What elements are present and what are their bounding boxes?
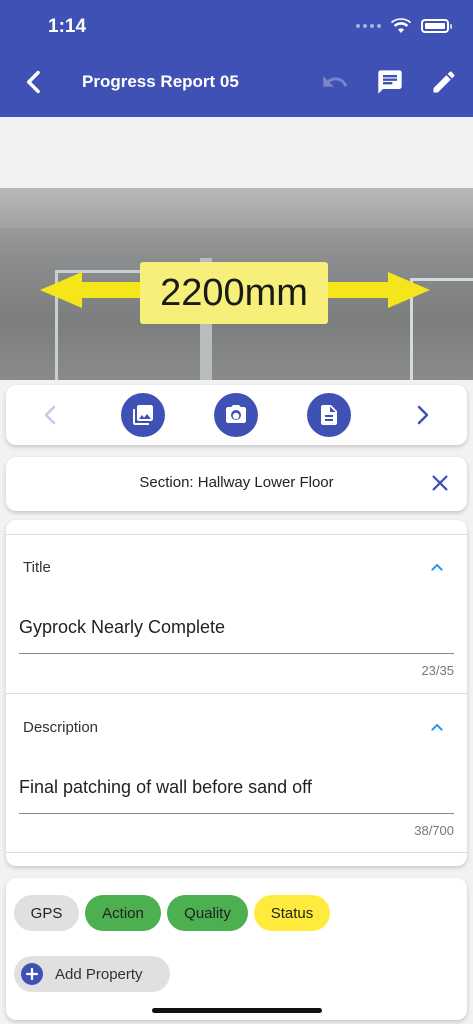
section-card[interactable]: Section: Hallway Lower Floor (6, 457, 467, 511)
home-indicator[interactable] (152, 1008, 322, 1013)
wifi-icon (391, 18, 411, 33)
document-button[interactable] (307, 393, 351, 437)
prev-photo-button[interactable] (39, 403, 63, 427)
toolbar: Progress Report 05 (0, 60, 473, 104)
title-field-label: Title (23, 559, 51, 576)
progress-photo[interactable]: 2200mm (0, 188, 473, 380)
app-bar: 1:14 Progress Report 05 (0, 0, 473, 117)
status-time: 1:14 (48, 16, 87, 37)
pencil-icon[interactable] (430, 68, 458, 96)
close-icon[interactable] (429, 472, 451, 494)
section-label: Section: Hallway Lower Floor (139, 474, 334, 491)
chevron-up-icon[interactable] (429, 719, 445, 735)
page-title: Progress Report 05 (82, 72, 239, 91)
add-property-label: Add Property (55, 965, 143, 983)
undo-icon[interactable] (321, 68, 349, 96)
title-char-counter: 23/35 (421, 663, 454, 678)
title-input[interactable]: Gyprock Nearly Complete (19, 617, 225, 638)
back-button[interactable] (20, 68, 48, 96)
camera-button[interactable] (214, 393, 258, 437)
chip-action[interactable]: Action (85, 895, 161, 931)
chip-quality[interactable]: Quality (167, 895, 248, 931)
add-property-button[interactable]: Add Property (14, 956, 170, 992)
camera-icon (226, 405, 246, 423)
report-form-card: Title Gyprock Nearly Complete 23/35 Desc… (6, 520, 467, 866)
chevron-up-icon[interactable] (429, 559, 445, 575)
signal-icon (356, 24, 381, 28)
description-field-label: Description (23, 719, 99, 736)
next-photo-button[interactable] (410, 403, 434, 427)
gallery-button[interactable] (121, 393, 165, 437)
status-icons (356, 18, 452, 34)
document-icon (321, 405, 337, 425)
description-input[interactable]: Final patching of wall before sand off (19, 777, 312, 798)
comment-icon[interactable] (376, 68, 404, 96)
chip-gps[interactable]: GPS (14, 895, 79, 931)
properties-card: GPS Action Quality Status Add Property (6, 878, 467, 1020)
battery-icon (421, 19, 452, 33)
photo-nav-card (6, 385, 467, 445)
status-bar: 1:14 (0, 14, 473, 40)
measurement-label: 2200mm (140, 262, 328, 324)
description-char-counter: 38/700 (414, 823, 454, 838)
plus-icon (21, 963, 43, 985)
chip-status[interactable]: Status (254, 895, 330, 931)
image-gallery-icon (133, 405, 153, 425)
